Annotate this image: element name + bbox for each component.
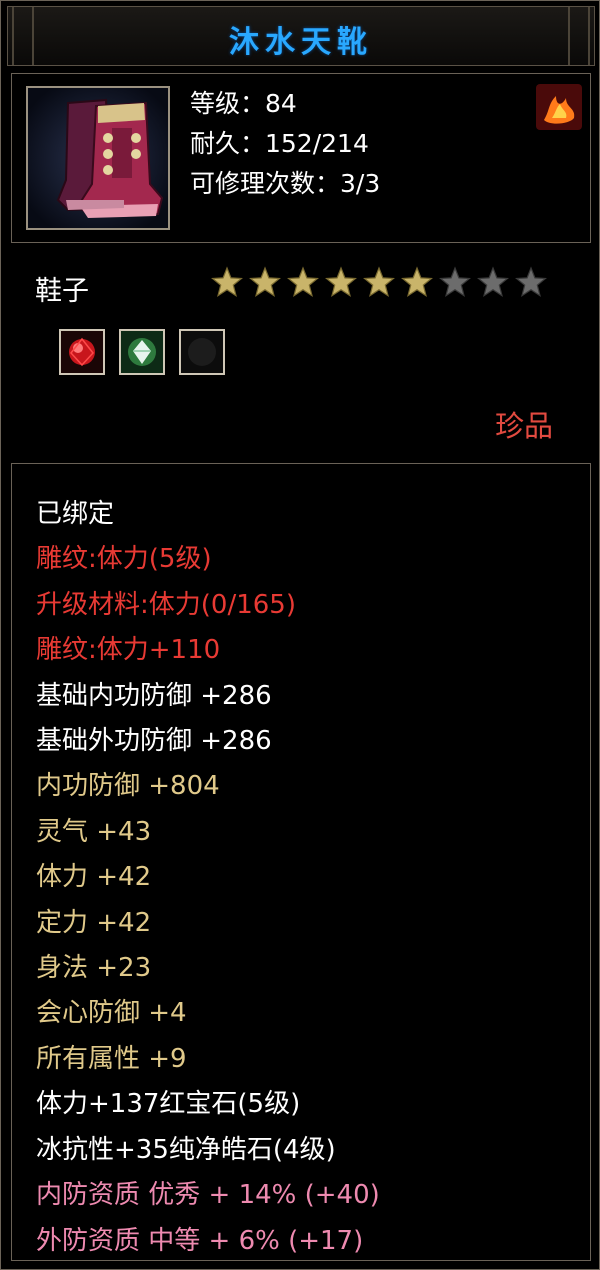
gem-slots bbox=[59, 329, 225, 375]
attribute-line: 会心防御 +4 bbox=[36, 998, 187, 1029]
title-bar: 沐水天靴 bbox=[7, 6, 595, 66]
star-empty-icon bbox=[437, 265, 473, 301]
item-tooltip: 沐水天靴 等级：84 耐久：152/214 可修理次数：3/3 鞋子 珍品 已绑… bbox=[0, 0, 600, 1270]
attribute-line: 冰抗性+35纯净皓石(4级) bbox=[36, 1134, 336, 1165]
item-name: 沐水天靴 bbox=[229, 25, 373, 60]
item-header-panel: 等级：84 耐久：152/214 可修理次数：3/3 bbox=[11, 73, 591, 243]
item-stats: 等级：84 耐久：152/214 可修理次数：3/3 bbox=[190, 84, 380, 204]
attribute-line: 内功防御 +804 bbox=[36, 771, 220, 802]
attribute-line: 基础内功防御 +286 bbox=[36, 680, 272, 711]
attribute-list: 已绑定雕纹:体力(5级) 升级材料:体力(0/165) 雕纹:体力+110 基础内功防… bbox=[36, 492, 380, 1264]
attribute-line: 已绑定 bbox=[36, 499, 115, 529]
attribute-line: 体力 +42 bbox=[36, 862, 152, 893]
attribute-line: 体力+137红宝石(5级) bbox=[36, 1089, 301, 1120]
attribute-line: 定力 +42 bbox=[36, 907, 152, 938]
attribute-line: 雕纹:体力(5级) bbox=[36, 544, 212, 575]
ruby-gem-icon[interactable] bbox=[59, 329, 105, 375]
star-empty-icon bbox=[513, 265, 549, 301]
attribute-line: 内防资质 优秀 + 14% (+40) bbox=[36, 1180, 380, 1211]
item-durability: 耐久：152/214 bbox=[190, 129, 369, 158]
attribute-line: 升级材料:体力(0/165) bbox=[36, 589, 296, 620]
diamond-gem-icon[interactable] bbox=[119, 329, 165, 375]
attribute-line: 雕纹:体力+110 bbox=[36, 635, 221, 666]
star-filled-icon bbox=[209, 265, 245, 301]
empty-gem-slot[interactable] bbox=[179, 329, 225, 375]
star-filled-icon bbox=[399, 265, 435, 301]
item-category: 鞋子 bbox=[35, 276, 89, 307]
star-filled-icon bbox=[361, 265, 397, 301]
attributes-panel: 已绑定雕纹:体力(5级) 升级材料:体力(0/165) 雕纹:体力+110 基础内功防… bbox=[11, 463, 591, 1261]
star-empty-icon bbox=[475, 265, 511, 301]
star-rating bbox=[209, 265, 549, 301]
star-filled-icon bbox=[247, 265, 283, 301]
item-repair-count: 可修理次数：3/3 bbox=[190, 169, 381, 198]
fire-icon[interactable] bbox=[536, 84, 582, 130]
attribute-line: 基础外功防御 +286 bbox=[36, 726, 272, 757]
item-level: 等级：84 bbox=[190, 89, 297, 118]
item-quality: 珍品 bbox=[494, 409, 553, 443]
attribute-line: 灵气 +43 bbox=[36, 816, 152, 847]
star-filled-icon bbox=[285, 265, 321, 301]
boots-icon bbox=[26, 86, 170, 230]
star-filled-icon bbox=[323, 265, 359, 301]
attribute-line: 外防资质 中等 + 6% (+17) bbox=[36, 1225, 364, 1256]
attribute-line: 身法 +23 bbox=[36, 953, 152, 984]
attribute-line: 所有属性 +9 bbox=[36, 1043, 187, 1074]
